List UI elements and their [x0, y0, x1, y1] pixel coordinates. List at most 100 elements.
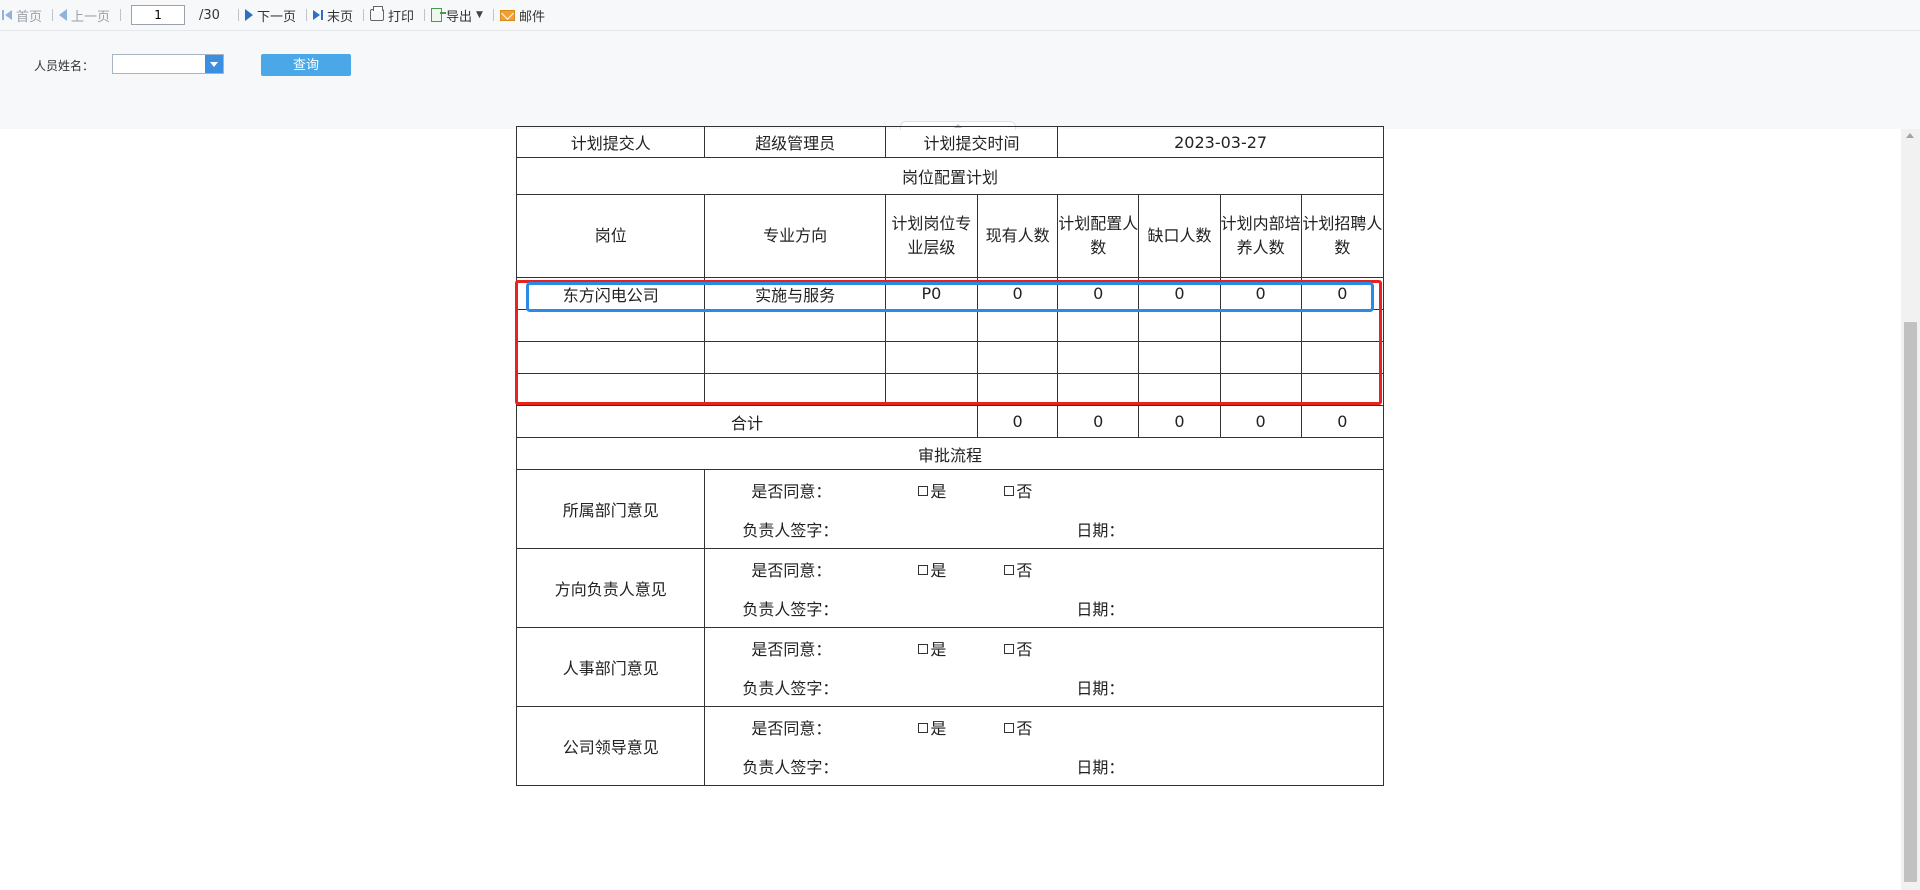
approval-section-title: 审批流程: [516, 437, 1384, 470]
table-cell[interactable]: [515, 309, 706, 342]
header-planned-count: 计划配置人数: [1057, 194, 1140, 278]
table-cell[interactable]: 东方闪电公司: [515, 277, 706, 310]
approve-yes-label: 是: [930, 719, 947, 738]
total-recruit-count: 0: [1300, 405, 1385, 438]
table-cell[interactable]: [1219, 373, 1302, 406]
table-cell[interactable]: [884, 373, 979, 406]
date-label: 日期：: [1076, 600, 1125, 619]
table-cell[interactable]: [1300, 341, 1385, 374]
header-direction: 专业方向: [704, 194, 886, 278]
first-page-label: 首页: [16, 9, 43, 25]
table-cell[interactable]: 0: [1300, 277, 1385, 310]
table-row[interactable]: [515, 373, 1385, 406]
table-cell[interactable]: [1138, 309, 1221, 342]
vertical-scrollbar[interactable]: [1901, 129, 1920, 890]
table-cell[interactable]: [704, 373, 886, 406]
name-filter-select[interactable]: [112, 54, 224, 74]
approval-row: 方向负责人意见 是否同意： 是 否 负责人签字： 日期：: [515, 548, 1384, 628]
approval-title: 公司领导意见: [515, 706, 706, 786]
approve-no-option[interactable]: 否: [1004, 636, 1032, 660]
prev-page-button[interactable]: 上一页: [57, 0, 116, 30]
next-page-button[interactable]: 下一页: [243, 0, 302, 30]
submit-time-label: 计划提交时间: [884, 126, 1059, 158]
approve-no-option[interactable]: 否: [1004, 715, 1032, 739]
checkbox-icon: [918, 486, 929, 496]
agree-label: 是否同意：: [751, 561, 832, 580]
print-button[interactable]: 打印: [368, 0, 420, 30]
date-label: 日期：: [1076, 521, 1125, 540]
toolbar-divider: [492, 9, 494, 21]
export-label: 导出: [446, 9, 473, 25]
page-number-input[interactable]: [131, 5, 186, 25]
date-label: 日期：: [1076, 679, 1125, 698]
table-row[interactable]: [515, 309, 1385, 342]
envelope-icon: [499, 9, 515, 21]
table-cell[interactable]: [515, 341, 706, 374]
page-total: /30: [199, 7, 220, 23]
table-cell[interactable]: 实施与服务: [704, 277, 886, 310]
approve-no-label: 否: [1016, 482, 1033, 501]
table-cell[interactable]: [1300, 309, 1385, 342]
approval-title: 所属部门意见: [515, 469, 706, 549]
table-cell[interactable]: [884, 341, 979, 374]
table-row[interactable]: [515, 341, 1385, 374]
prev-page-label: 上一页: [71, 9, 111, 25]
approve-no-label: 否: [1016, 719, 1033, 738]
table-cell[interactable]: [1057, 373, 1140, 406]
table-cell[interactable]: [515, 373, 706, 406]
table-cell[interactable]: 0: [1219, 277, 1302, 310]
report-toolbar: 首页 上一页 /30 下一页 末页 打印 导出 ▼ 邮件: [0, 0, 1920, 31]
scrollbar-thumb[interactable]: [1904, 322, 1917, 882]
signature-label: 负责人签字：: [742, 521, 839, 540]
export-dropdown[interactable]: 导出 ▼: [429, 0, 489, 30]
mail-button[interactable]: 邮件: [498, 0, 551, 30]
plan-section-title: 岗位配置计划: [516, 157, 1384, 195]
table-cell[interactable]: [1057, 341, 1140, 374]
table-cell[interactable]: [1057, 309, 1140, 342]
submitter-value: 超级管理员: [704, 126, 886, 158]
table-cell[interactable]: [976, 341, 1059, 374]
header-level: 计划岗位专业层级: [884, 194, 979, 278]
query-bar: 人员姓名： 查询: [0, 31, 1920, 129]
table-cell[interactable]: 0: [1057, 277, 1140, 310]
query-button[interactable]: 查询: [261, 54, 351, 76]
table-cell[interactable]: [704, 341, 886, 374]
approve-yes-option[interactable]: 是: [918, 636, 946, 660]
table-cell[interactable]: 0: [1138, 277, 1221, 310]
table-cell[interactable]: [976, 309, 1059, 342]
name-filter-label: 人员姓名：: [34, 59, 95, 73]
table-cell[interactable]: [1219, 309, 1302, 342]
table-cell[interactable]: P0: [884, 277, 979, 310]
table-cell[interactable]: [1138, 341, 1221, 374]
approve-yes-option[interactable]: 是: [918, 478, 946, 502]
table-row[interactable]: 东方闪电公司 实施与服务 P0 0 0 0 0 0: [515, 277, 1385, 310]
approve-no-option[interactable]: 否: [1004, 478, 1032, 502]
table-cell[interactable]: [1138, 373, 1221, 406]
approve-yes-option[interactable]: 是: [918, 557, 946, 581]
header-internal-training: 计划内部培养人数: [1219, 194, 1302, 278]
table-cell[interactable]: [1300, 373, 1385, 406]
approval-section-row: 审批流程: [516, 437, 1384, 470]
last-page-button[interactable]: 末页: [311, 0, 359, 30]
signature-label: 负责人签字：: [742, 600, 839, 619]
approve-no-label: 否: [1016, 561, 1033, 580]
total-row: 合计 0 0 0 0 0: [516, 405, 1385, 438]
dropdown-arrow-icon[interactable]: [205, 55, 223, 73]
position-plan-report: 计划提交人 超级管理员 计划提交时间 2023-03-27 岗位配置计划 岗位 …: [515, 126, 1385, 786]
toolbar-divider: [362, 9, 364, 21]
toolbar-divider: [424, 9, 425, 21]
toolbar-divider: [120, 9, 122, 21]
table-cell[interactable]: [704, 309, 886, 342]
printer-icon: [369, 6, 384, 21]
total-gap-count: 0: [1138, 405, 1221, 438]
approve-yes-label: 是: [930, 482, 947, 501]
approve-no-option[interactable]: 否: [1004, 557, 1032, 581]
scroll-up-arrow-icon[interactable]: [1906, 133, 1914, 138]
table-cell[interactable]: [884, 309, 979, 342]
table-cell[interactable]: 0: [976, 277, 1059, 310]
table-cell[interactable]: [976, 373, 1059, 406]
approve-yes-option[interactable]: 是: [918, 715, 946, 739]
first-page-button[interactable]: 首页: [0, 0, 48, 30]
header-gap-count: 缺口人数: [1138, 194, 1221, 278]
table-cell[interactable]: [1219, 341, 1302, 374]
